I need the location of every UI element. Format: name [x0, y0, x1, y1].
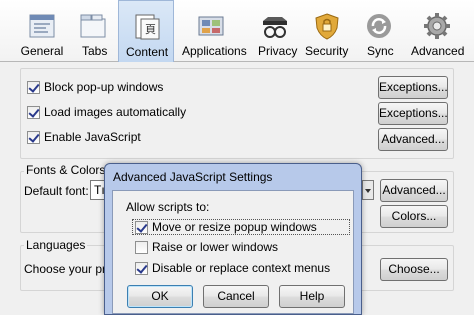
content-icon: 頁: [135, 14, 160, 40]
images-exceptions-button[interactable]: Exceptions...: [378, 102, 448, 125]
context-menus-checkbox[interactable]: [135, 262, 148, 275]
applications-icon: [198, 16, 224, 36]
languages-choose-button[interactable]: Choose...: [380, 258, 448, 281]
tab-tabs[interactable]: Tabs: [72, 0, 114, 62]
tabs-icon: [80, 14, 106, 38]
allow-scripts-label: Allow scripts to:: [126, 200, 210, 214]
tab-privacy[interactable]: Privacy: [252, 0, 298, 62]
tab-general-label: General: [20, 44, 64, 58]
dialog-body: Allow scripts to: Move or resize popup w…: [112, 190, 354, 314]
sync-icon: [367, 14, 391, 38]
default-font-select[interactable]: Tı: [90, 180, 104, 200]
load-images-label: Load images automatically: [44, 105, 187, 119]
enable-javascript-checkbox[interactable]: [27, 131, 40, 144]
ok-button[interactable]: OK: [127, 285, 193, 308]
tab-content[interactable]: 頁 Content: [118, 0, 174, 62]
tab-applications[interactable]: Applications: [178, 0, 247, 62]
svg-text:頁: 頁: [145, 23, 156, 36]
tab-security-label: Security: [305, 44, 349, 58]
block-popups-label: Block pop-up windows: [44, 80, 164, 94]
tab-security[interactable]: Security: [304, 0, 350, 62]
context-menus-label: Disable or replace context menus: [152, 261, 331, 275]
tab-advanced[interactable]: Advanced: [408, 0, 466, 62]
tab-content-label: Content: [126, 45, 169, 59]
colors-button[interactable]: Colors...: [380, 205, 448, 228]
font-size-dropdown[interactable]: [362, 180, 374, 200]
help-button[interactable]: Help: [279, 285, 345, 308]
fonts-advanced-button[interactable]: Advanced...: [380, 179, 448, 202]
chevron-down-icon: [365, 189, 371, 193]
enable-javascript-label: Enable JavaScript: [44, 130, 141, 144]
advanced-javascript-dialog: Advanced JavaScript Settings Allow scrip…: [104, 163, 362, 315]
popup-exceptions-button[interactable]: Exceptions...: [378, 76, 448, 99]
tab-applications-label: Applications: [182, 44, 247, 58]
security-icon: [315, 13, 339, 40]
raise-lower-label: Raise or lower windows: [152, 240, 279, 254]
load-images-checkbox[interactable]: [27, 106, 40, 119]
fonts-colors-heading: Fonts & Colors: [24, 163, 108, 177]
cancel-button[interactable]: Cancel: [203, 285, 269, 308]
preferences-toolbar: General Tabs 頁 Content Applications Priv…: [0, 0, 474, 62]
javascript-advanced-button[interactable]: Advanced...: [378, 128, 448, 151]
default-font-value: Tı: [94, 183, 104, 197]
move-resize-label: Move or resize popup windows: [152, 220, 317, 234]
general-icon: [29, 14, 55, 38]
default-font-label: Default font:: [24, 184, 89, 198]
dialog-title: Advanced JavaScript Settings: [113, 170, 273, 184]
tab-sync[interactable]: Sync: [356, 0, 402, 62]
block-popups-checkbox[interactable]: [27, 81, 40, 94]
tab-advanced-label: Advanced: [411, 44, 465, 58]
privacy-icon: [263, 17, 287, 38]
tab-sync-label: Sync: [367, 44, 394, 58]
move-resize-checkbox[interactable]: [135, 221, 148, 234]
tab-privacy-label: Privacy: [258, 44, 298, 58]
tab-general[interactable]: General: [14, 0, 70, 62]
advanced-icon: [424, 13, 450, 39]
languages-heading: Languages: [24, 238, 88, 252]
raise-lower-checkbox[interactable]: [135, 241, 148, 254]
tab-tabs-label: Tabs: [82, 44, 108, 58]
